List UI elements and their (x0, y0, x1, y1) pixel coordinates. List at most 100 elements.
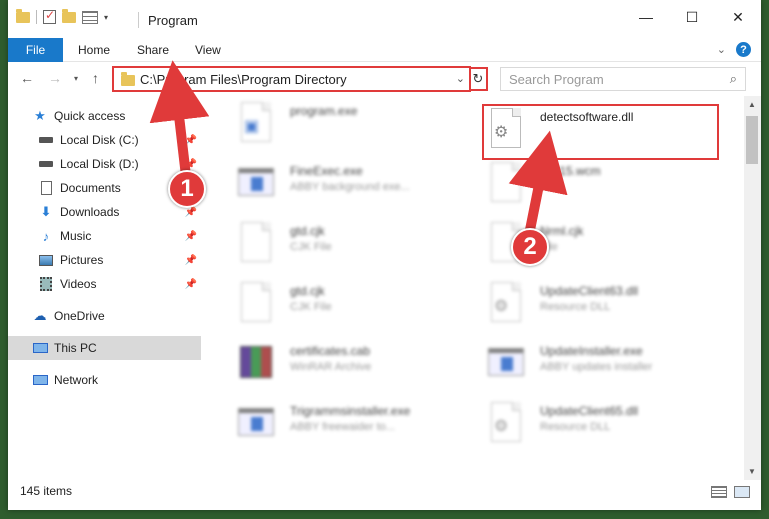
file-name: UpdateClient63.dll (540, 284, 639, 298)
sidebar-item-onedrive[interactable]: ☁ OneDrive (8, 304, 201, 328)
scroll-down-icon[interactable]: ▼ (748, 467, 756, 476)
list-item[interactable]: certificates.cab WinRAR Archive (218, 336, 468, 392)
file-name: UpdateInstaller.exe (540, 344, 643, 358)
new-folder-icon[interactable] (62, 8, 76, 23)
ribbon-tabs: File Home Share View ⌄ ? (8, 38, 761, 62)
back-arrow-icon[interactable]: ← (20, 70, 34, 86)
file-type: Resource DLL (540, 301, 611, 313)
sidebar-item-label: Quick access (54, 109, 126, 123)
file-name: WP15.wcm (540, 164, 601, 178)
sidebar-item-label: Documents (60, 181, 121, 195)
music-icon: ♪ (42, 228, 50, 244)
list-item[interactable]: Trigrammsinstaller.exe ABBY freewaider to… (218, 396, 468, 452)
pictures-icon (38, 252, 54, 268)
divider (138, 12, 139, 28)
computer-icon (32, 340, 48, 356)
tab-share[interactable]: Share (137, 43, 169, 57)
sidebar-item-network[interactable]: Network (8, 368, 201, 392)
quick-access-toolbar: ▾ (16, 8, 108, 24)
address-bar[interactable]: C:\Program Files\Program Directory ⌄ (112, 66, 471, 92)
sidebar-item-label: OneDrive (54, 309, 105, 323)
sidebar-item-this-pc[interactable]: This PC (8, 336, 201, 360)
sidebar-item-videos[interactable]: Videos 📌 (8, 272, 201, 296)
list-item[interactable]: WP15.wcm File (468, 156, 718, 212)
archive-icon (236, 342, 276, 386)
file-name: Trigrammsinstaller.exe (290, 404, 411, 418)
address-history-chevron-icon[interactable]: ⌄ (456, 72, 465, 85)
vertical-scrollbar[interactable]: ▲ ▼ (744, 96, 761, 480)
pin-icon[interactable]: 📌 (185, 135, 197, 146)
title-bar: ▾ Program — ☐ ✕ (8, 0, 761, 38)
file-type: ABBY freewaider to... (290, 421, 395, 433)
file-name: program.exe (290, 104, 358, 118)
sidebar-item-label: Downloads (60, 205, 120, 219)
pin-icon[interactable]: 📌 (185, 159, 197, 170)
recent-chevron-icon[interactable]: ▾ (74, 74, 78, 83)
window-title: Program (148, 13, 198, 28)
expand-ribbon-icon[interactable]: ⌄ (717, 43, 726, 56)
file-name: UpdateClient65.dll (540, 404, 639, 418)
pin-icon[interactable]: 📌 (185, 231, 197, 242)
sidebar-item-label: Local Disk (D:) (60, 157, 139, 171)
minimize-button[interactable]: — (623, 0, 669, 34)
file-type: WinRAR Archive (290, 361, 372, 373)
list-item[interactable]: ⚙ UpdateClient63.dll Resource DLL (468, 276, 718, 332)
sidebar-item-music[interactable]: ♪ Music 📌 (8, 224, 201, 248)
tab-view[interactable]: View (195, 43, 221, 57)
tab-file[interactable]: File (8, 38, 63, 62)
close-button[interactable]: ✕ (715, 0, 761, 34)
list-item[interactable]: gtd.cjk CJK File (218, 216, 468, 272)
pin-icon[interactable]: 📌 (185, 207, 197, 218)
list-item[interactable]: UpdateInstaller.exe ABBY updates installe… (468, 336, 718, 392)
sidebar-item-label: Music (60, 229, 92, 243)
list-item[interactable]: Nrml.cjkFile (468, 216, 718, 272)
file-type: ABBY background exe... (290, 181, 410, 193)
navigation-bar: ← → ▾ ↑ C:\Program Files\Program Directo… (8, 62, 761, 94)
file-type: CJK File (290, 241, 332, 253)
sidebar-item-label: Local Disk (C:) (60, 133, 139, 147)
address-path[interactable]: C:\Program Files\Program Directory (140, 72, 347, 87)
ribbon-right: ⌄ ? (717, 42, 751, 57)
scroll-up-icon[interactable]: ▲ (748, 100, 756, 109)
folder-icon (121, 72, 135, 86)
list-item[interactable]: ⚙ UpdateClient65.dll Resource DLL (468, 396, 718, 452)
sidebar-item-downloads[interactable]: ⬇ Downloads 📌 (8, 200, 201, 224)
file-type: File (540, 181, 558, 193)
scroll-thumb[interactable] (746, 116, 758, 164)
list-item[interactable]: ▣ program.exe (218, 96, 468, 152)
file-icon (236, 222, 276, 266)
properties-icon[interactable] (82, 10, 98, 24)
customize-toolbar-icon[interactable]: ▾ (104, 13, 108, 22)
divider (36, 10, 37, 24)
pin-icon[interactable]: 📌 (185, 255, 197, 266)
videos-icon (38, 276, 54, 292)
exe-icon (236, 402, 276, 446)
large-icons-view-icon[interactable] (734, 486, 750, 498)
forward-arrow-icon[interactable]: → (48, 70, 62, 86)
sidebar-item-pictures[interactable]: Pictures 📌 (8, 248, 201, 272)
refresh-button[interactable]: ↻ (470, 67, 488, 91)
cloud-icon: ☁ (33, 308, 47, 323)
pin-icon[interactable]: 📌 (185, 279, 197, 290)
search-input[interactable]: Search Program (509, 72, 604, 87)
exe-icon (236, 162, 276, 206)
window-controls: — ☐ ✕ (623, 0, 761, 34)
details-view-icon[interactable] (711, 486, 727, 498)
callout-badge-2: 2 (511, 228, 549, 266)
sidebar-item-quick-access[interactable]: ★ Quick access (8, 104, 201, 128)
properties-check-icon[interactable] (43, 8, 56, 24)
list-item[interactable]: gtd.cjk CJK File (218, 276, 468, 332)
up-arrow-icon[interactable]: ↑ (92, 70, 99, 86)
file-name: Nrml.cjk (540, 224, 584, 238)
folder-icon (16, 8, 30, 23)
sidebar-item-local-disk-d[interactable]: Local Disk (D:) 📌 (8, 152, 201, 176)
sidebar-item-local-disk-c[interactable]: Local Disk (C:) 📌 (8, 128, 201, 152)
search-box[interactable]: Search Program ⌕ (500, 67, 746, 91)
list-item[interactable]: FineExec.exe ABBY background exe... (218, 156, 468, 212)
drive-icon (38, 156, 54, 172)
file-name: FineExec.exe (290, 164, 363, 178)
tab-home[interactable]: Home (78, 43, 110, 57)
help-icon[interactable]: ? (736, 42, 751, 57)
exe-icon (486, 342, 526, 386)
maximize-button[interactable]: ☐ (669, 0, 715, 34)
